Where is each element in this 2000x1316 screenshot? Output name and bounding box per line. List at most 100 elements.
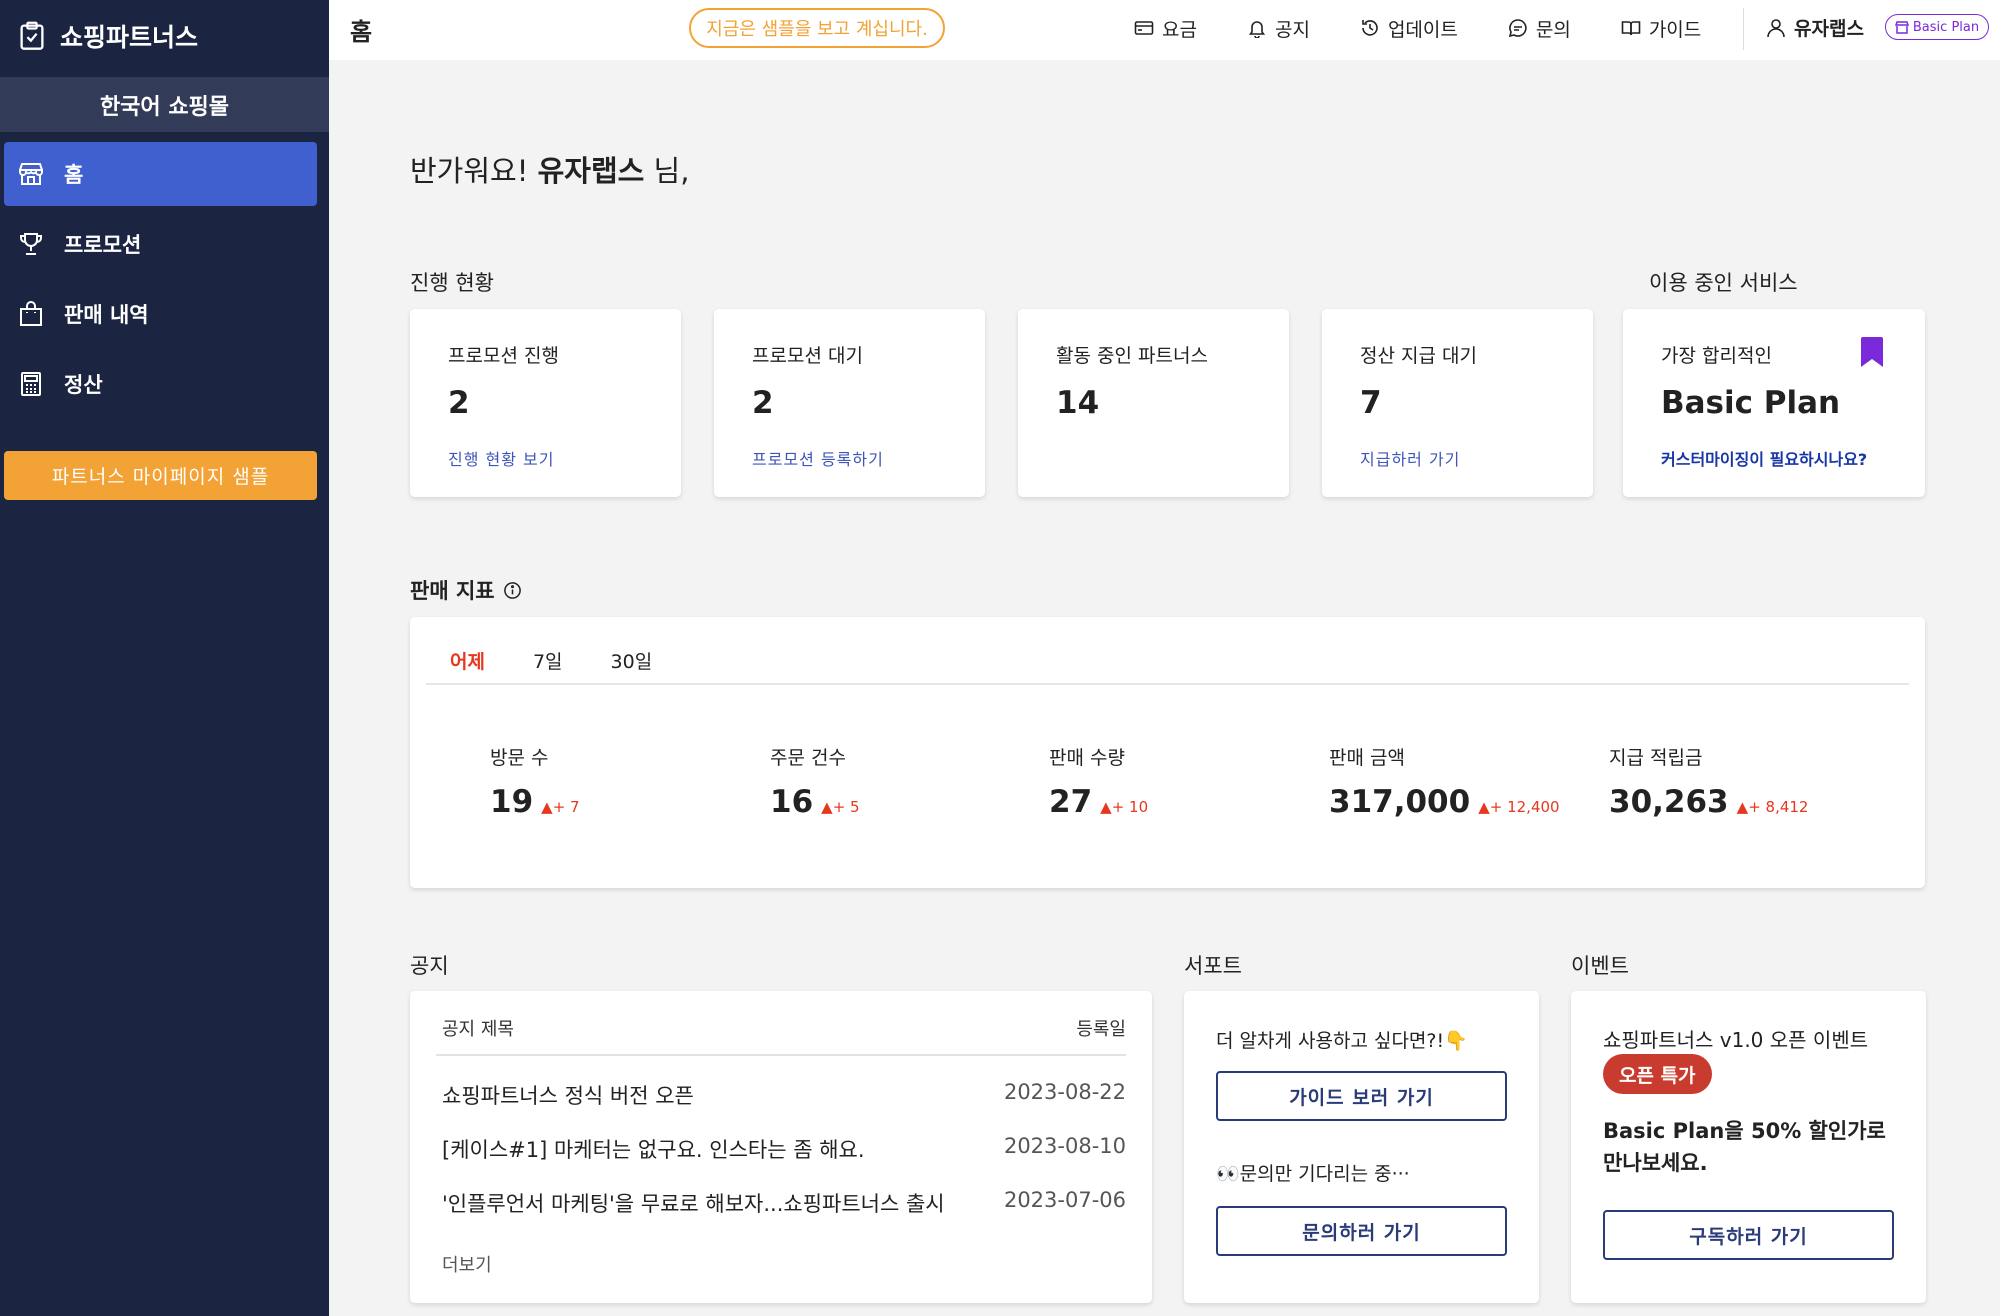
- stat-card-settlement-pending: 정산 지급 대기 7 지급하러 가기: [1322, 309, 1593, 497]
- view-progress-link[interactable]: 진행 현황 보기: [448, 446, 555, 470]
- column-title: 공지 제목: [442, 1019, 514, 1040]
- support-section-title: 서포트: [1184, 954, 1242, 978]
- metric-points: 지급 적립금 30,263 ▲+ 8,412: [1609, 743, 1808, 820]
- top-link-label: 가이드: [1648, 18, 1702, 41]
- service-section-title: 이용 중인 서비스: [1649, 271, 1798, 295]
- metric-delta: ▲+ 12,400: [1478, 798, 1559, 816]
- notice-title: [케이스#1] 마케터는 없구요. 인스타는 좀 해요.: [442, 1138, 865, 1162]
- notice-date: 2023-08-10: [1003, 1134, 1126, 1158]
- greeting-name: 유자랩스: [537, 154, 645, 188]
- top-link-update[interactable]: 업데이트: [1360, 15, 1458, 42]
- tab-yesterday[interactable]: 어제: [450, 647, 485, 674]
- metric-label: 지급 적립금: [1609, 747, 1703, 769]
- notice-section-title: 공지: [410, 954, 449, 978]
- notice-divider: [436, 1054, 1126, 1056]
- stat-label: 프로모션 대기: [752, 345, 863, 367]
- metric-quantity: 판매 수량 27 ▲+ 10: [1049, 743, 1148, 820]
- metric-orders: 주문 건수 16 ▲+ 5: [770, 743, 860, 820]
- top-nav: 요금 공지 업데이트 문의 가이드: [1134, 0, 1751, 56]
- inquiry-button[interactable]: 문의하러 가기: [1216, 1206, 1507, 1256]
- metric-value: 30,263: [1609, 784, 1729, 820]
- store-icon: [16, 159, 46, 189]
- stat-card-active-partners: 활동 중인 파트너스 14: [1018, 309, 1289, 497]
- plan-tag: 가장 합리적인: [1661, 345, 1772, 367]
- top-link-guide[interactable]: 가이드: [1621, 15, 1701, 42]
- top-link-notice[interactable]: 공지: [1247, 15, 1310, 42]
- metric-delta-value: + 10: [1111, 798, 1149, 816]
- clipboard-icon: [20, 21, 44, 50]
- plan-badge[interactable]: Basic Plan: [1885, 14, 1989, 40]
- bookmark-icon: [1861, 337, 1883, 367]
- sidebar-item-home[interactable]: 홈: [4, 142, 317, 206]
- top-link-inquiry[interactable]: 문의: [1508, 15, 1571, 42]
- notice-title: '인플루언서 마케팅'을 무료로 해보자...쇼핑파트너스 출시: [442, 1192, 945, 1216]
- stat-label: 정산 지급 대기: [1360, 345, 1477, 367]
- bag-icon: [16, 299, 46, 329]
- sidebar-item-label: 판매 내역: [64, 303, 149, 327]
- metric-value: 27: [1049, 784, 1093, 820]
- metric-delta: ▲+ 5: [821, 798, 859, 816]
- brand-name: 쇼핑파트너스: [60, 23, 199, 52]
- sidebar-item-promotion[interactable]: 프로모션: [4, 212, 317, 276]
- top-link-label: 문의: [1535, 18, 1571, 41]
- customizing-link[interactable]: 커스터마이징이 필요하시나요?: [1661, 446, 1867, 470]
- event-badge: 오픈 특가: [1603, 1054, 1712, 1094]
- notice-title: 쇼핑파트너스 정식 버전 오픈: [442, 1084, 694, 1108]
- period-tabs: 어제 7일 30일: [450, 647, 652, 674]
- more-link[interactable]: 더보기: [442, 1251, 492, 1277]
- greeting-suffix: 님,: [644, 154, 690, 188]
- tab-30days[interactable]: 30일: [611, 647, 653, 674]
- user-menu[interactable]: 유자랩스: [1766, 14, 1864, 41]
- sidebar-item-sales[interactable]: 판매 내역: [4, 282, 317, 346]
- notice-row[interactable]: [케이스#1] 마케터는 없구요. 인스타는 좀 해요. 2023-08-10: [442, 1134, 1126, 1164]
- notice-date: 2023-08-22: [1003, 1080, 1126, 1104]
- metric-delta: ▲+ 10: [1100, 798, 1148, 816]
- notice-row[interactable]: 쇼핑파트너스 정식 버전 오픈 2023-08-22: [442, 1080, 1126, 1110]
- event-section-title: 이벤트: [1571, 954, 1629, 978]
- plan-badge-label: Basic Plan: [1912, 19, 1980, 35]
- stat-card-promotion-active: 프로모션 진행 2 진행 현황 보기: [410, 309, 681, 497]
- sidebar-item-label: 홈: [64, 163, 84, 187]
- tab-7days[interactable]: 7일: [533, 647, 563, 674]
- partners-sample-button[interactable]: 파트너스 마이페이지 샘플: [4, 451, 317, 500]
- metric-delta-value: + 7: [552, 798, 580, 816]
- notice-row[interactable]: '인플루언서 마케팅'을 무료로 해보자...쇼핑파트너스 출시 2023-07…: [442, 1188, 1126, 1218]
- store-icon: [1894, 20, 1909, 34]
- page-title: 홈: [350, 18, 373, 46]
- top-bar: 홈 지금은 샘플을 보고 계십니다. 요금 공지 업데이트 문의 가이드 유자랩…: [329, 0, 2000, 60]
- mall-selector[interactable]: 한국어 쇼핑몰: [0, 77, 329, 132]
- service-card: 가장 합리적인 Basic Plan 커스터마이징이 필요하시나요?: [1623, 309, 1925, 497]
- top-link-label: 요금: [1162, 18, 1197, 41]
- metric-delta-value: + 8,412: [1748, 798, 1809, 816]
- trophy-icon: [16, 229, 46, 259]
- stat-value: 2: [752, 385, 792, 423]
- guide-button[interactable]: 가이드 보러 가기: [1216, 1071, 1507, 1121]
- calculator-icon: [16, 369, 46, 399]
- column-date: 등록일: [1076, 1019, 1126, 1040]
- subscribe-button[interactable]: 구독하러 가기: [1603, 1210, 1894, 1260]
- info-icon[interactable]: [503, 581, 522, 600]
- metric-value: 16: [770, 784, 814, 820]
- sidebar-item-settlement[interactable]: 정산: [4, 352, 317, 416]
- greeting-prefix: 반가워요!: [410, 154, 538, 188]
- progress-section-title: 진행 현황: [410, 271, 494, 295]
- sidebar-item-label: 프로모션: [64, 233, 142, 257]
- greeting: 반가워요! 유자랩스 님,: [410, 148, 689, 190]
- brand[interactable]: 쇼핑파트너스: [0, 0, 329, 72]
- metric-delta-value: + 5: [832, 798, 860, 816]
- metric-value: 19: [490, 784, 534, 820]
- tab-divider: [426, 683, 1909, 685]
- bell-icon: [1248, 21, 1266, 38]
- stat-value: 14: [1056, 385, 1100, 423]
- top-link-label: 공지: [1274, 18, 1310, 41]
- top-link-pricing[interactable]: 요금: [1134, 15, 1197, 42]
- register-promotion-link[interactable]: 프로모션 등록하기: [752, 446, 884, 470]
- notice-card: 공지 제목 등록일 쇼핑파트너스 정식 버전 오픈 2023-08-22 [케이…: [410, 991, 1152, 1303]
- sidebar-item-label: 정산: [64, 373, 103, 397]
- up-arrow-icon: ▲: [541, 798, 553, 816]
- metric-label: 주문 건수: [770, 747, 846, 769]
- pay-now-link[interactable]: 지급하러 가기: [1360, 446, 1460, 470]
- up-arrow-icon: ▲: [1478, 798, 1490, 816]
- sidebar-nav: 홈 프로모션 판매 내역 정산: [0, 142, 329, 416]
- top-link-label: 업데이트: [1387, 18, 1458, 41]
